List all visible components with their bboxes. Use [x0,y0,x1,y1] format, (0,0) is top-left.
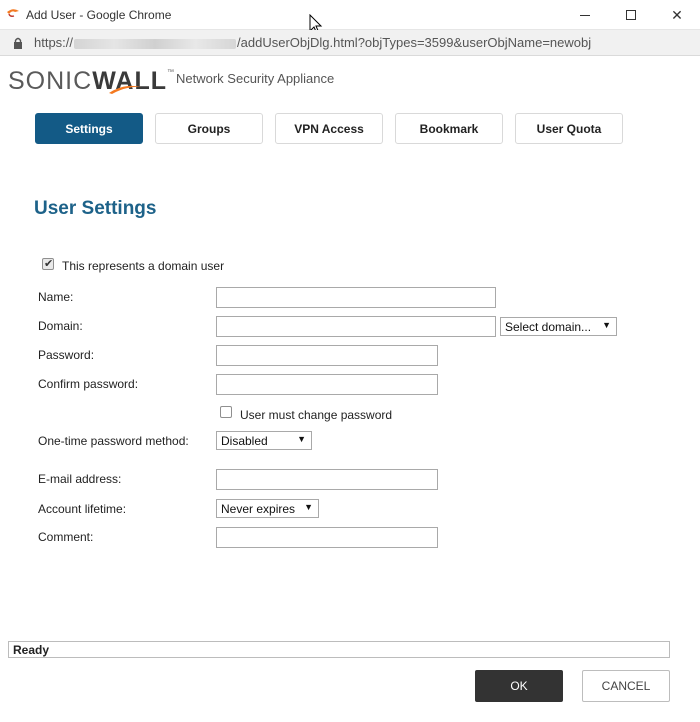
name-input[interactable] [216,287,496,308]
account-lifetime-label: Account lifetime: [38,502,127,516]
email-label: E-mail address: [38,472,122,486]
name-label: Name: [38,290,74,304]
minimize-icon [580,14,590,16]
brand-logo: SONICWALL ™ [8,67,175,95]
window-titlebar: Add User - Google Chrome ✕ [0,0,700,35]
dropdown-arrow-icon: ▼ [602,320,611,330]
dropdown-arrow-icon: ▼ [304,502,313,512]
app-icon [7,9,19,17]
must-change-password-label: User must change password [240,408,393,422]
otp-method-select[interactable]: Disabled ▼ [216,431,312,450]
close-button[interactable]: ✕ [654,0,700,30]
status-bar: Ready [8,641,670,658]
close-icon: ✕ [671,6,683,23]
tab-settings[interactable]: Settings [35,113,143,144]
dropdown-arrow-icon: ▼ [297,434,306,444]
email-input[interactable] [216,469,438,490]
domain-user-checkbox[interactable] [42,257,54,270]
window-title: Add User - Google Chrome [26,8,172,22]
otp-method-label: One-time password method: [38,434,189,448]
password-input[interactable] [216,345,438,366]
logo-swoosh-icon [109,85,141,94]
comment-label: Comment: [38,530,94,544]
confirm-password-label: Confirm password: [38,377,139,391]
domain-input[interactable] [216,316,496,337]
url-text[interactable]: https:///addUserObjDlg.html?objTypes=359… [34,35,591,50]
account-lifetime-select[interactable]: Never expires ▼ [216,499,319,518]
maximize-icon [626,10,636,20]
address-bar[interactable]: https:///addUserObjDlg.html?objTypes=359… [0,30,700,56]
tab-groups[interactable]: Groups [155,113,263,144]
minimize-button[interactable] [562,0,608,30]
domain-user-label: This represents a domain user [62,259,225,273]
domain-label: Domain: [38,319,83,333]
tab-vpn-access[interactable]: VPN Access [275,113,383,144]
redacted-host [74,38,237,49]
cancel-button[interactable]: CANCEL [582,670,670,702]
lock-icon [14,37,22,49]
confirm-password-input[interactable] [216,374,438,395]
tab-user-quota[interactable]: User Quota [515,113,623,144]
brand-subtitle: Network Security Appliance [176,71,335,86]
must-change-password-checkbox[interactable] [220,406,232,418]
section-title: User Settings [34,198,157,219]
maximize-button[interactable] [608,0,654,30]
password-label: Password: [38,348,95,362]
ok-button[interactable]: OK [475,670,563,702]
comment-input[interactable] [216,527,438,548]
tab-bookmark[interactable]: Bookmark [395,113,503,144]
domain-select[interactable]: Select domain... ▼ [500,317,617,336]
